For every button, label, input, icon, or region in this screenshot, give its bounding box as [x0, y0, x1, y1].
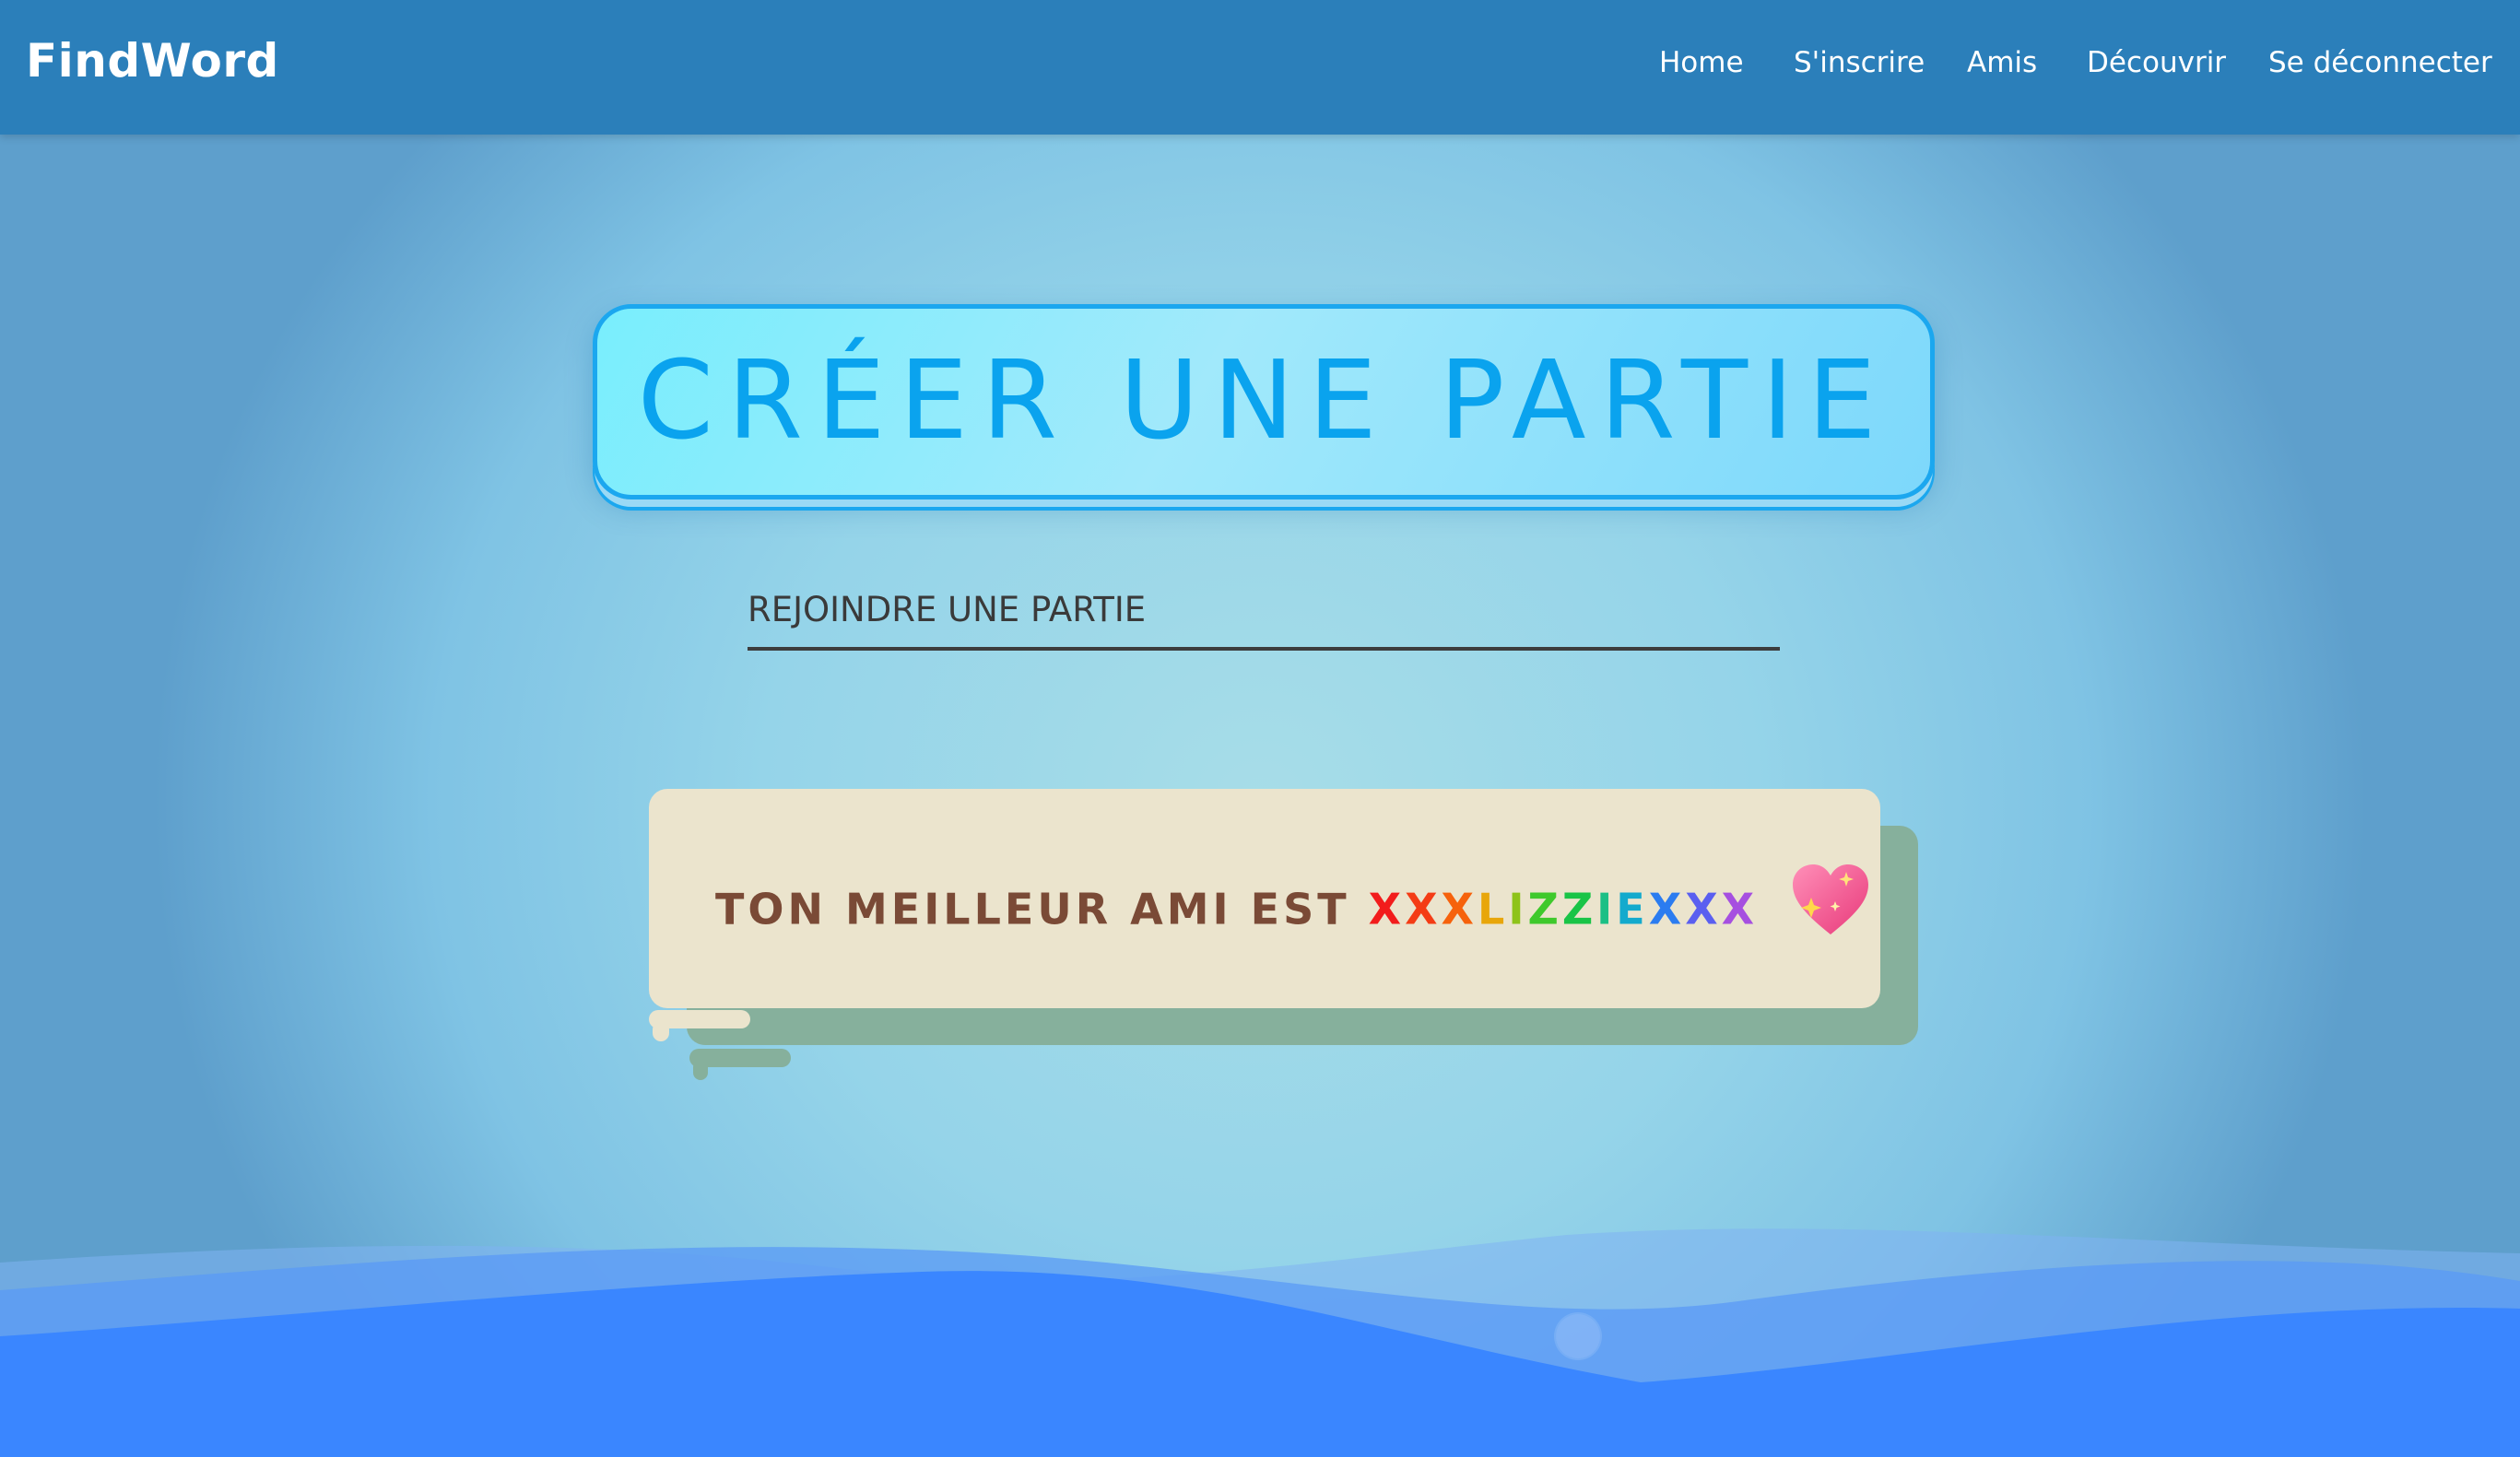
nav-item-friends[interactable]: Amis	[1967, 42, 2037, 83]
friend-name-letter: Z	[1561, 884, 1597, 934]
friend-name-letter: E	[1616, 884, 1649, 934]
friend-name-letter: I	[1596, 884, 1617, 934]
nav-item-signup[interactable]: S'inscrire	[1794, 42, 1925, 83]
friend-name-letter: X	[1441, 884, 1478, 934]
nav-item-home[interactable]: Home	[1659, 42, 1744, 83]
nav-item-discover[interactable]: Découvrir	[2087, 42, 2226, 83]
friend-name-letter: X	[1368, 884, 1406, 934]
sparkling-heart-icon	[1789, 861, 1872, 953]
join-game-input[interactable]	[748, 571, 1780, 651]
friend-name-letter: Z	[1527, 884, 1562, 934]
brand-logo[interactable]: FindWord	[26, 31, 279, 90]
card-tab-dot	[653, 1021, 669, 1041]
bubble-decoration	[1556, 1314, 1600, 1358]
friend-name-letter: X	[1685, 884, 1722, 934]
waves-decoration	[0, 1228, 2520, 1457]
top-navbar: FindWord Home S'inscrire Amis Découvrir …	[0, 0, 2520, 135]
friend-name-letter: X	[1721, 884, 1759, 934]
best-friend-text: TON MEILLEUR AMI EST XXXLIZZIEXXX	[715, 864, 1872, 958]
create-game-button[interactable]: CRÉER UNE PARTIE	[593, 304, 1935, 499]
best-friend-prefix: TON MEILLEUR AMI EST	[715, 884, 1350, 934]
nav-item-logout[interactable]: Se déconnecter	[2268, 42, 2492, 83]
friend-name-letter: I	[1508, 884, 1528, 934]
card-shadow-dot	[693, 1060, 708, 1080]
friend-name-letter: X	[1405, 884, 1442, 934]
friend-name-letter: X	[1648, 884, 1686, 934]
friend-name-letter: L	[1478, 884, 1509, 934]
best-friend-name[interactable]: XXXLIZZIEXXX	[1369, 885, 1759, 934]
create-game-label: CRÉER UNE PARTIE	[637, 336, 1890, 464]
